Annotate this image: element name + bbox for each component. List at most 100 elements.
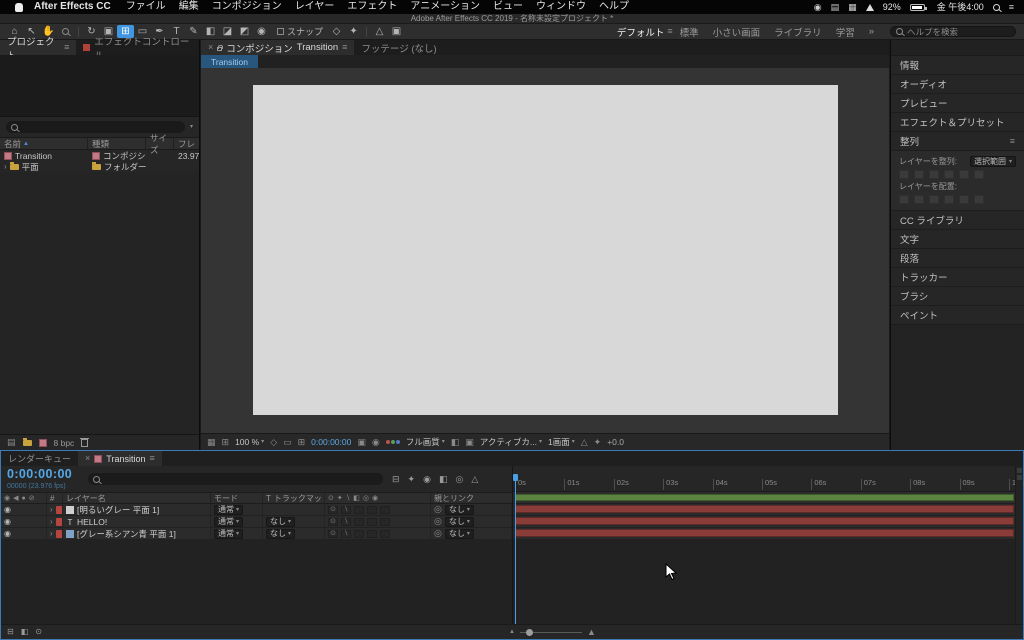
frame-blend-switch[interactable] <box>354 517 364 526</box>
menu-animation[interactable]: アニメーション <box>410 0 480 14</box>
label-color-chip[interactable] <box>55 529 62 538</box>
column-layer-name[interactable]: レイヤー名 <box>63 493 211 503</box>
layer-name[interactable]: [明るいグレー 平面 1] <box>77 504 159 515</box>
align-left-button[interactable] <box>899 170 909 179</box>
menu-help[interactable]: ヘルプ <box>599 0 629 14</box>
camera-dropdown[interactable]: アクティブカ... ▾ <box>480 436 542 448</box>
fast-previews-icon[interactable]: ✦ <box>594 437 602 447</box>
interpret-footage-icon[interactable]: ▤ <box>7 438 16 447</box>
clone-stamp-tool[interactable]: ◧ <box>202 25 219 38</box>
distribute-hcenter-button[interactable] <box>959 195 969 204</box>
menu-layer[interactable]: レイヤー <box>295 0 335 14</box>
column-name[interactable]: 名前 ▲ <box>0 138 88 149</box>
shy-switch[interactable] <box>380 529 390 538</box>
layer-duration-bar[interactable] <box>515 517 1014 525</box>
mask-visibility-icon[interactable]: ▣ <box>465 437 474 447</box>
menubar-clock[interactable]: 金 午後4:00 <box>937 0 984 14</box>
quality-switch[interactable]: ⊙ <box>328 505 338 514</box>
graph-editor-icon[interactable]: △ <box>471 474 478 484</box>
eye-icon[interactable]: ◉ <box>4 529 11 538</box>
align-hcenter-button[interactable] <box>914 170 924 179</box>
pickwhip-icon[interactable]: ◎ <box>434 505 442 514</box>
column-type[interactable]: 種類 <box>88 138 146 149</box>
project-row-transition[interactable]: Transition コンポジション 23.97 ▦ <box>0 150 199 161</box>
panel-paragraph[interactable]: 段落 <box>891 249 1024 268</box>
workspace-libraries[interactable]: ライブラリ <box>774 25 822 39</box>
panel-menu-icon[interactable]: ≡ <box>1010 136 1015 146</box>
tab-render-queue[interactable]: レンダーキュー <box>1 451 78 466</box>
frame-blend-switch[interactable] <box>354 505 364 514</box>
rulers-icon[interactable]: ⊞ <box>222 437 230 447</box>
menu-window[interactable]: ウィンドウ <box>536 0 586 14</box>
column-track-matte[interactable]: T トラックマット <box>263 493 325 503</box>
close-icon[interactable]: × <box>208 43 213 52</box>
distribute-vcenter-button[interactable] <box>914 195 924 204</box>
new-composition-icon[interactable] <box>38 438 47 447</box>
color-depth-button[interactable]: 8 bpc <box>54 438 75 448</box>
twirl-icon[interactable]: › <box>50 505 53 514</box>
current-time-indicator[interactable] <box>513 474 518 624</box>
motion-blur-switch[interactable] <box>367 529 377 538</box>
composition-flowchart-icon[interactable]: ⊟ <box>392 474 400 484</box>
label-color-chip[interactable] <box>55 517 62 526</box>
fx-switch[interactable]: ∖ <box>341 517 351 526</box>
battery-icon[interactable] <box>909 3 927 11</box>
distribute-bottom-button[interactable] <box>929 195 939 204</box>
lock-icon[interactable] <box>217 44 224 51</box>
panel-effects-presets[interactable]: エフェクト＆プリセット <box>891 113 1024 132</box>
distribute-left-button[interactable] <box>944 195 954 204</box>
pixel-aspect-icon[interactable]: △ <box>581 437 588 447</box>
resolution-icon[interactable]: ◇ <box>270 437 277 447</box>
display-status-icon[interactable]: ▤ <box>831 2 840 12</box>
tab-timeline-transition[interactable]: × Transition ≡ <box>78 451 162 466</box>
wifi-icon[interactable] <box>865 3 874 11</box>
pickwhip-icon[interactable]: ◎ <box>434 517 442 526</box>
project-filter-icon[interactable]: ▾ <box>190 124 193 130</box>
menu-file[interactable]: ファイル <box>126 0 166 14</box>
menubar-app-name[interactable]: After Effects CC <box>34 0 111 14</box>
shy-switch[interactable] <box>380 517 390 526</box>
eye-icon[interactable]: ◉ <box>4 505 11 514</box>
panel-audio[interactable]: オーディオ <box>891 75 1024 94</box>
puppet-pin-tool[interactable]: ◉ <box>253 25 270 38</box>
toggle-expand-icon[interactable]: ⊟ <box>7 628 14 636</box>
timeline-search-field[interactable] <box>88 473 383 485</box>
menu-composition[interactable]: コンポジション <box>212 0 282 14</box>
fx-switch[interactable]: ∖ <box>341 505 351 514</box>
blend-mode-dropdown[interactable]: 通常 ▾ <box>214 528 244 539</box>
quality-dropdown[interactable]: フル画質 ▾ <box>406 436 445 448</box>
project-row-folder[interactable]: › 平面 フォルダー <box>0 161 199 172</box>
draft-3d-icon[interactable]: ✦ <box>408 474 416 484</box>
toolbar-extra-icon[interactable]: △ <box>371 25 388 38</box>
view-layout-dropdown[interactable]: 1画面 ▾ <box>548 436 575 448</box>
hide-shy-layers-icon[interactable]: ◉ <box>423 474 431 484</box>
roto-brush-tool[interactable]: ◩ <box>236 25 253 38</box>
column-mode[interactable]: モード <box>211 493 263 503</box>
menu-view[interactable]: ビュー <box>493 0 523 14</box>
fx-switch[interactable]: ∖ <box>341 529 351 538</box>
eraser-tool[interactable]: ◪ <box>219 25 236 38</box>
exposure-value[interactable]: +0.0 <box>607 437 624 447</box>
panel-menu-icon[interactable]: ≡ <box>342 43 347 52</box>
track-matte-dropdown[interactable]: なし ▾ <box>266 528 296 539</box>
zoom-slider-knob[interactable] <box>525 628 533 636</box>
layer-duration-bar[interactable] <box>515 505 1014 513</box>
panel-align[interactable]: 整列 ≡ <box>891 132 1024 151</box>
time-ruler[interactable]: 0s 01s 02s 03s 04s 05s 06s 07s 08s 09s 1… <box>513 466 1024 492</box>
current-timecode[interactable]: 0:00:00:00 <box>7 468 79 481</box>
layer-row-2[interactable]: ◉ › 2 T HELLO! 通常 ▾ <box>1 516 512 528</box>
zoom-in-mountain-icon[interactable]: ▲ <box>587 627 596 637</box>
workspace-standard[interactable]: 標準 <box>680 25 699 39</box>
motion-blur-switch[interactable] <box>367 505 377 514</box>
parent-dropdown[interactable]: なし ▾ <box>444 528 474 539</box>
cti-handle[interactable] <box>513 474 518 481</box>
help-search-field[interactable] <box>890 26 1016 37</box>
keyboard-status-icon[interactable]: ▦ <box>848 2 857 12</box>
blend-mode-dropdown[interactable]: 通常 ▾ <box>214 516 244 527</box>
frame-blending-icon[interactable]: ◧ <box>439 474 448 484</box>
layer-name[interactable]: HELLO! <box>77 517 107 527</box>
trash-icon[interactable] <box>80 437 90 447</box>
work-area-bar[interactable] <box>515 494 1014 501</box>
timecode-block[interactable]: 0:00:00:00 00000 (23.976 fps) <box>7 468 79 490</box>
record-status-icon[interactable]: ◉ <box>814 2 822 12</box>
